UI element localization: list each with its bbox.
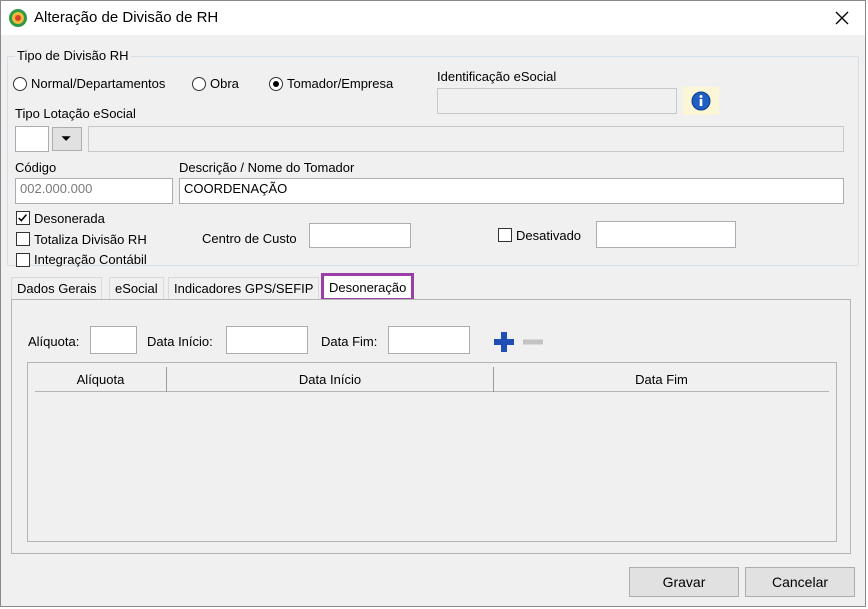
dialog-window: Alteração de Divisão de RH Tipo de Divis… bbox=[0, 0, 866, 607]
tipo-lotacao-label: Tipo Lotação eSocial bbox=[15, 106, 136, 121]
integracao-label: Integração Contábil bbox=[34, 252, 147, 267]
data-fim-label: Data Fim: bbox=[321, 334, 378, 349]
totaliza-checkbox[interactable] bbox=[16, 232, 30, 246]
radio-tomador-label: Tomador/Empresa bbox=[287, 76, 394, 91]
info-button[interactable] bbox=[683, 87, 719, 115]
tab-desoneracao[interactable]: Desoneração bbox=[321, 273, 415, 301]
identificacao-label: Identificação eSocial bbox=[437, 69, 557, 84]
radio-obra[interactable] bbox=[192, 77, 206, 91]
minus-icon[interactable] bbox=[522, 331, 544, 353]
descricao-label: Descrição / Nome do Tomador bbox=[179, 160, 355, 175]
radio-selected-dot bbox=[273, 81, 279, 87]
desativado-checkbox[interactable] bbox=[498, 228, 512, 242]
gravar-button[interactable]: Gravar bbox=[629, 567, 739, 597]
identificacao-field[interactable] bbox=[437, 88, 677, 114]
gravar-button-label: Gravar bbox=[662, 574, 706, 590]
tab-dados-gerais[interactable]: Dados Gerais bbox=[11, 277, 103, 301]
tab-desoneracao-label: Desoneração bbox=[329, 280, 407, 295]
totaliza-label: Totaliza Divisão RH bbox=[34, 232, 147, 247]
cancelar-button-label: Cancelar bbox=[771, 574, 829, 590]
checkmark-icon bbox=[18, 214, 28, 222]
data-inicio-field[interactable] bbox=[226, 326, 308, 354]
tab-esocial-label: eSocial bbox=[115, 281, 158, 296]
tipo-divisao-label: Tipo de Divisão RH bbox=[15, 48, 131, 63]
info-icon bbox=[691, 91, 711, 111]
tab-indicadores-label: Indicadores GPS/SEFIP bbox=[174, 281, 314, 296]
radio-normal-label: Normal/Departamentos bbox=[31, 76, 166, 91]
cancelar-button[interactable]: Cancelar bbox=[745, 567, 855, 597]
window-title: Alteração de Divisão de RH bbox=[34, 9, 219, 26]
desonerada-label: Desonerada bbox=[34, 211, 105, 226]
close-icon[interactable] bbox=[829, 5, 855, 31]
app-logo-icon bbox=[9, 9, 27, 27]
tab-esocial[interactable]: eSocial bbox=[109, 277, 164, 301]
radio-obra-label: Obra bbox=[210, 76, 239, 91]
aliquota-field[interactable] bbox=[90, 326, 137, 354]
codigo-label: Código bbox=[15, 160, 57, 175]
col-header-data-fim[interactable]: Data Fim bbox=[494, 367, 829, 392]
data-inicio-label: Data Início: bbox=[147, 334, 213, 349]
radio-tomador-empresa[interactable] bbox=[269, 77, 283, 91]
integracao-checkbox[interactable] bbox=[16, 253, 30, 267]
tipo-lotacao-dropdown[interactable] bbox=[52, 127, 82, 151]
tipo-lotacao-code-field[interactable] bbox=[15, 126, 49, 152]
col-header-aliquota[interactable]: Alíquota bbox=[35, 367, 166, 392]
title-bar: Alteração de Divisão de RH bbox=[1, 1, 865, 35]
data-fim-field[interactable] bbox=[388, 326, 470, 354]
aliquota-label: Alíquota: bbox=[28, 334, 80, 349]
desativado-field[interactable] bbox=[596, 221, 736, 248]
desativado-label: Desativado bbox=[516, 228, 582, 243]
tab-dados-gerais-label: Dados Gerais bbox=[17, 281, 97, 296]
plus-icon[interactable] bbox=[493, 331, 515, 353]
radio-normal-departamentos[interactable] bbox=[13, 77, 27, 91]
tab-indicadores-gps-sefip[interactable]: Indicadores GPS/SEFIP bbox=[168, 277, 320, 301]
descricao-field[interactable]: COORDENAÇÃO bbox=[179, 178, 844, 204]
centro-custo-label: Centro de Custo bbox=[202, 231, 297, 246]
codigo-field[interactable]: 002.000.000 bbox=[15, 178, 173, 204]
tipo-lotacao-description-field[interactable] bbox=[88, 126, 844, 152]
col-header-data-inicio[interactable]: Data Início bbox=[167, 367, 493, 392]
centro-custo-field[interactable] bbox=[309, 223, 411, 248]
chevron-down-icon bbox=[61, 136, 71, 141]
desonerada-checkbox[interactable] bbox=[16, 211, 30, 225]
